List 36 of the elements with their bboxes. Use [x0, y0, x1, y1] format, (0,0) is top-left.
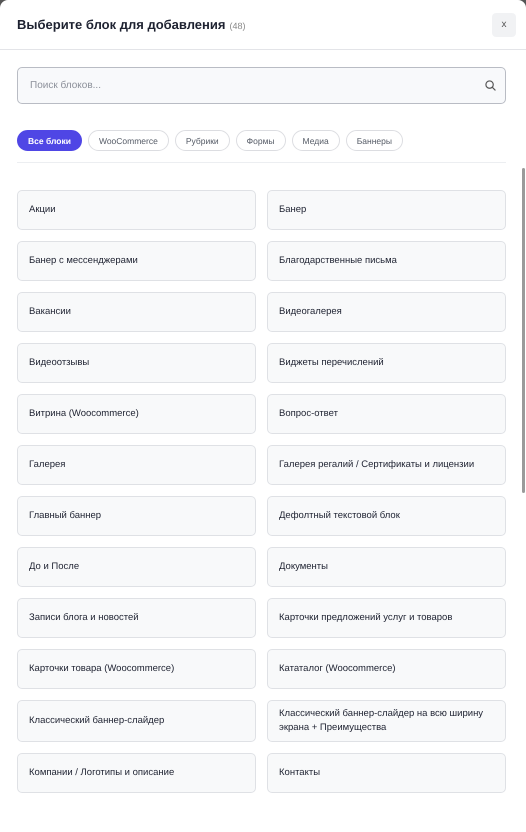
block-card[interactable]: Видеоотзывы — [17, 343, 256, 383]
block-card[interactable]: Контакты — [267, 752, 506, 793]
filter-chip[interactable]: Баннеры — [346, 130, 403, 151]
filter-chip[interactable]: Формы — [236, 130, 286, 151]
block-card[interactable]: Классический баннер-слайдер на всю ширину экрана + Преимущества — [267, 700, 506, 742]
block-card[interactable]: Акции — [17, 190, 256, 230]
block-card[interactable]: Галерея — [17, 445, 256, 485]
block-card[interactable]: Карточки предложений услуг и товаров — [267, 598, 506, 638]
scrollbar[interactable] — [522, 168, 525, 493]
block-card[interactable]: Банер с мессенджерами — [17, 241, 256, 281]
block-card[interactable]: Документы — [267, 547, 506, 587]
block-card[interactable]: Дефолтный текстовой блок — [267, 496, 506, 536]
block-card[interactable]: Компании / Логотипы и описание — [17, 752, 256, 793]
block-card[interactable]: Галерея регалий / Сертификаты и лицензии — [267, 445, 506, 485]
filter-chip[interactable]: Медиа — [292, 130, 340, 151]
close-button[interactable]: x — [492, 12, 516, 36]
block-count: (48) — [229, 21, 246, 31]
block-card[interactable]: Виджеты перечислений — [267, 343, 506, 383]
block-card[interactable]: Классический баннер-слайдер — [17, 700, 256, 742]
block-card[interactable]: Банер — [267, 190, 506, 230]
block-card[interactable]: Благодарственные письма — [267, 241, 506, 281]
block-card[interactable]: Витрина (Woocommerce) — [17, 394, 256, 434]
block-card[interactable]: Видеогалерея — [267, 292, 506, 332]
block-card[interactable]: Главный баннер — [17, 496, 256, 536]
block-card[interactable]: Вакансии — [17, 292, 256, 332]
filter-chip[interactable]: WooCommerce — [88, 130, 169, 151]
block-card[interactable]: Записи блога и новостей — [17, 598, 256, 638]
filter-chip[interactable]: Все блоки — [17, 130, 82, 151]
filter-chip[interactable]: Рубрики — [174, 130, 230, 151]
block-card[interactable]: Карточки товара (Woocommerce) — [17, 649, 256, 689]
block-card[interactable]: Вопрос-ответ — [267, 394, 506, 434]
search-field[interactable]: Поиск блоков... — [17, 67, 506, 104]
block-card[interactable]: Кататалог (Woocommerce) — [267, 649, 506, 689]
block-card[interactable]: До и После — [17, 547, 256, 587]
dialog-title: Выберите блок для добавления — [17, 17, 226, 32]
search-icon — [485, 80, 496, 91]
